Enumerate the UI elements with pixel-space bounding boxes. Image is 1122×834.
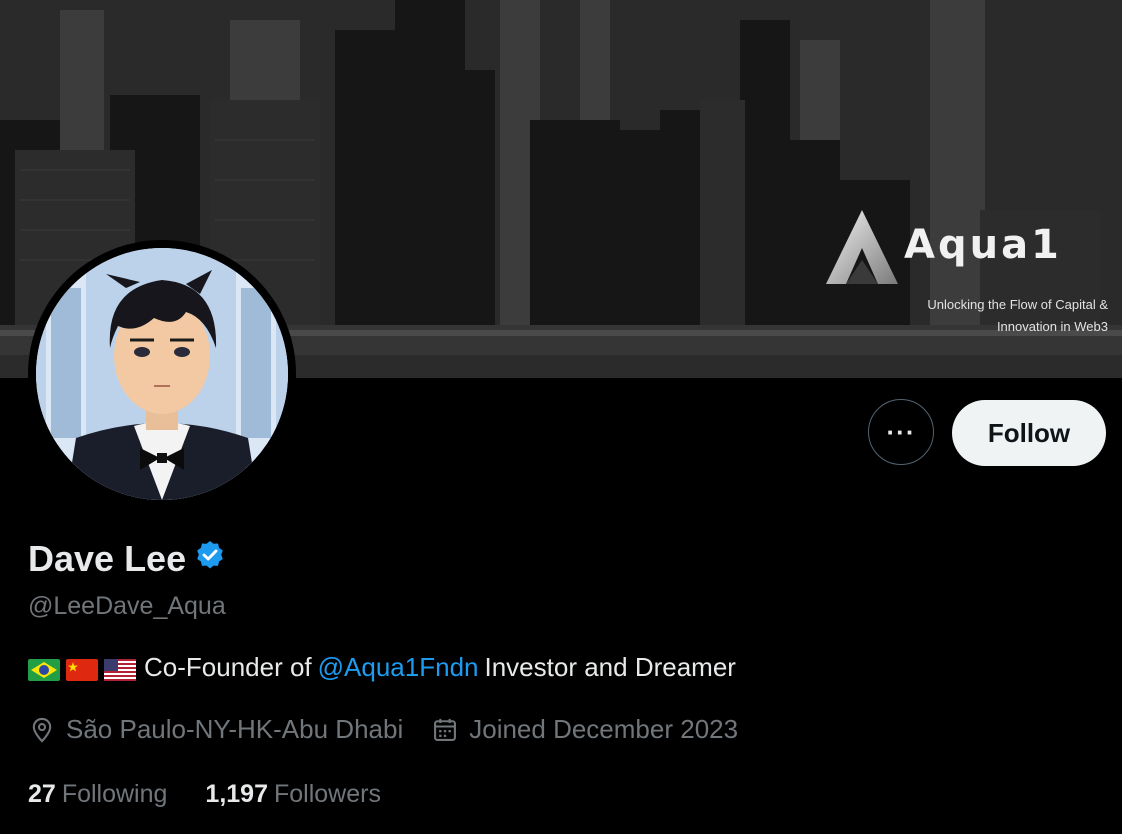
avatar[interactable] (28, 240, 296, 508)
more-horizontal-icon: ··· (886, 416, 916, 447)
flag-china-icon (66, 657, 98, 681)
followers-link[interactable]: 1,197 Followers (205, 780, 381, 809)
display-name: Dave Lee (28, 538, 187, 579)
followers-label: Followers (273, 780, 381, 808)
bio-mention-link[interactable]: @Aqua1Fndn (318, 652, 479, 683)
avatar-illustration (36, 248, 288, 500)
verified-badge-icon[interactable] (194, 538, 226, 580)
following-count: 27 (28, 780, 56, 808)
follow-button[interactable]: Follow (952, 400, 1106, 466)
following-label: Following (61, 780, 168, 808)
location-item: São Paulo-NY-HK-Abu Dhabi (28, 714, 403, 745)
joined-item: Joined December 2023 (431, 714, 738, 745)
bio-prefix: Co-Founder of (144, 652, 312, 682)
tagline-line-1: Unlocking the Flow of Capital & (927, 297, 1108, 312)
aqua1-logo-icon (826, 210, 898, 284)
following-link[interactable]: 27 Following (28, 780, 167, 809)
user-handle: @LeeDave_Aqua (28, 592, 226, 620)
joined-text: Joined December 2023 (469, 714, 739, 744)
logo-wordmark: Aqua1 (904, 222, 1062, 268)
followers-count: 1,197 (205, 780, 268, 808)
location-text: São Paulo-NY-HK-Abu Dhabi (66, 714, 404, 744)
bio-suffix: Investor and Dreamer (484, 652, 736, 682)
location-pin-icon (32, 717, 52, 743)
calendar-icon (434, 718, 457, 741)
follow-stats: 27 Following 1,197 Followers (28, 780, 419, 809)
flag-brazil-icon (28, 657, 60, 681)
tagline-line-2: Innovation in Web3 (996, 319, 1108, 334)
avatar-image (36, 248, 288, 500)
more-options-button[interactable]: ··· (868, 399, 934, 465)
display-name-row: Dave Lee (28, 538, 226, 580)
banner-brand-logo: Aqua1 Unlocking the Flow of Capital & In… (818, 208, 1108, 348)
profile-meta: São Paulo-NY-HK-Abu Dhabi Joined Decembe… (28, 714, 766, 745)
bio: Co-Founder of @Aqua1Fndn Investor and Dr… (28, 652, 736, 683)
flag-usa-icon (104, 657, 136, 681)
logo-tagline: Unlocking the Flow of Capital & Innovati… (828, 294, 1108, 338)
